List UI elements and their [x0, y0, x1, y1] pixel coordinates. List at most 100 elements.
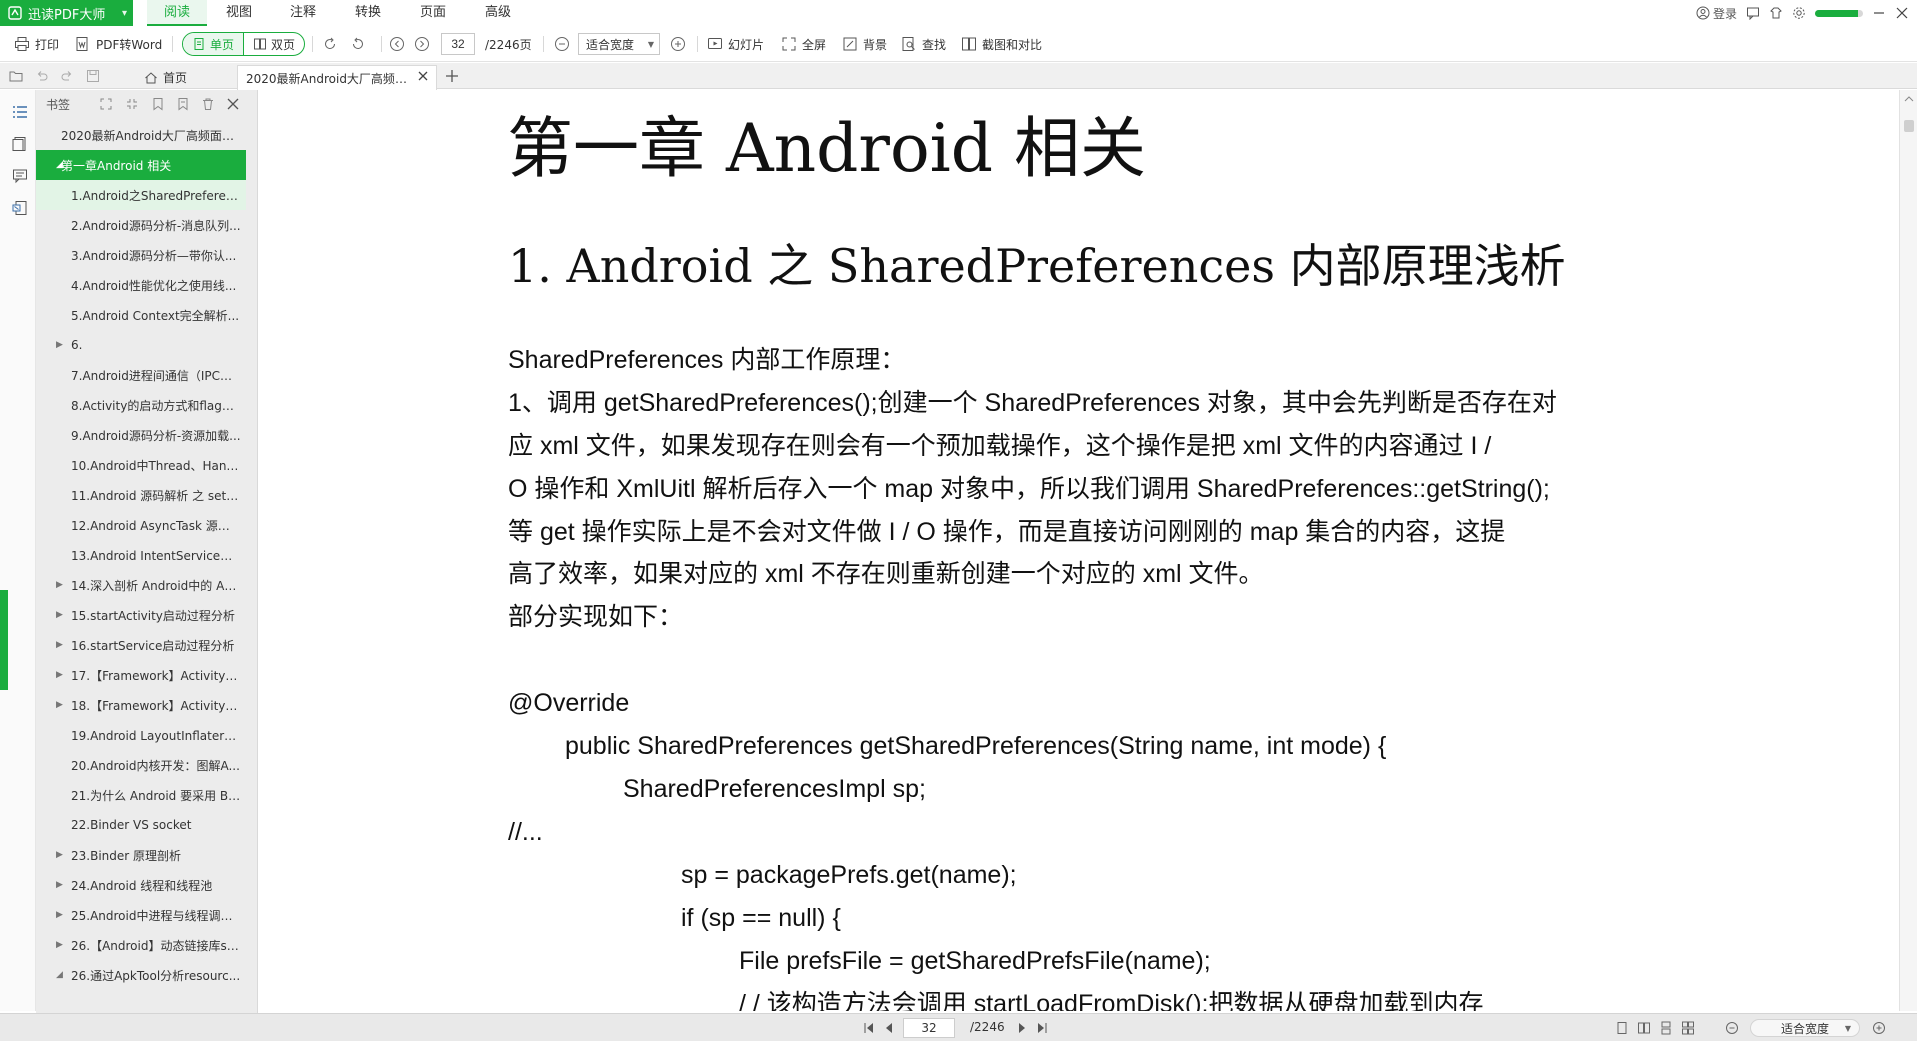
close-tab-icon[interactable]: [416, 69, 430, 83]
screenshot-compare-button[interactable]: 截图和对比: [961, 34, 1042, 54]
menu-read[interactable]: 阅读: [147, 0, 207, 26]
status-zoom-out-icon[interactable]: [1725, 1021, 1739, 1035]
bookmark-item[interactable]: 3.Android源码分析—带你认...: [36, 240, 246, 270]
last-page-icon[interactable]: [1035, 1021, 1049, 1035]
app-brand-button[interactable]: 迅读PDF大师 ▾: [0, 0, 133, 26]
bookmark-item[interactable]: 21.为什么 Android 要采用 Bi...: [36, 780, 246, 810]
attachments-icon[interactable]: [12, 200, 28, 216]
close-window-icon[interactable]: [1895, 6, 1909, 20]
document-view[interactable]: 第一章 Android 相关 1. Android 之 SharedPrefer…: [262, 90, 1899, 1011]
minimize-icon[interactable]: [1872, 6, 1886, 20]
expand-arrow-icon[interactable]: ▶: [56, 700, 66, 710]
bookmark-item[interactable]: ▶ 23.Binder 原理剖析: [36, 840, 246, 870]
thumbnails-icon[interactable]: [12, 136, 28, 152]
bookmark-item[interactable]: ▶ 14.深入剖析 Android中的 Arr...: [36, 570, 246, 600]
bookmark-item[interactable]: 13.Android IntentService完...: [36, 540, 246, 570]
bookmark-item[interactable]: ◢ 26.通过ApkTool分析resourc...: [36, 960, 246, 990]
bookmark-item[interactable]: ▶ 17.【Framework】Activity启...: [36, 660, 246, 690]
menu-annotate[interactable]: 注释: [276, 0, 330, 26]
expand-arrow-icon[interactable]: ▶: [56, 640, 66, 650]
expand-arrow-icon[interactable]: ▶: [56, 670, 66, 680]
bookmark-item[interactable]: 9.Android源码分析-资源加载...: [36, 420, 246, 450]
comments-icon[interactable]: [12, 168, 28, 184]
skin-icon[interactable]: [1769, 6, 1783, 20]
document-scrollbar[interactable]: [1899, 90, 1917, 1011]
status-zoom-in-icon[interactable]: [1872, 1021, 1886, 1035]
bookmark-item[interactable]: 7.Android进程间通信（IPC）...: [36, 360, 246, 390]
collapse-arrow-icon[interactable]: ◢: [56, 970, 66, 980]
background-button[interactable]: 背景: [842, 34, 887, 54]
menu-page[interactable]: 页面: [406, 0, 460, 26]
expand-all-icon[interactable]: [99, 97, 113, 111]
expand-arrow-icon[interactable]: ▶: [56, 580, 66, 590]
expand-arrow-icon[interactable]: ▶: [56, 340, 66, 350]
expand-arrow-icon[interactable]: ▶: [56, 610, 66, 620]
bookmark-item[interactable]: ▶ 15.startActivity启动过程分析: [36, 600, 246, 630]
new-tab-plus-icon[interactable]: [444, 68, 460, 84]
bookmark-item[interactable]: 20.Android内核开发：图解A...: [36, 750, 246, 780]
page-number-input[interactable]: [441, 33, 475, 55]
bookmark-item[interactable]: ▶ 18.【Framework】Activity界...: [36, 690, 246, 720]
menu-view[interactable]: 视图: [212, 0, 266, 26]
bookmark-item[interactable]: 19.Android LayoutInflater原...: [36, 720, 246, 750]
bookmark-item[interactable]: 11.Android 源码解析 之 setC...: [36, 480, 246, 510]
bookmark-item[interactable]: 5.Android Context完全解析...: [36, 300, 246, 330]
bookmark-item[interactable]: ◢ 第一章Android 相关: [36, 150, 246, 180]
next-page-button[interactable]: [414, 34, 435, 54]
menu-advanced[interactable]: 高级: [471, 0, 525, 26]
bookmark-item[interactable]: ▶ 6.: [36, 330, 246, 360]
bookmark-item[interactable]: 1.Android之SharedPreferen...: [36, 180, 246, 210]
zoom-in-button[interactable]: [670, 34, 691, 54]
bookmark-item[interactable]: 12.Android AsyncTask 源码...: [36, 510, 246, 540]
next-page-icon[interactable]: [1015, 1021, 1029, 1035]
status-zoom-select[interactable]: 适合宽度 ▼: [1750, 1019, 1860, 1037]
menu-convert[interactable]: 转换: [341, 0, 395, 26]
double-page-button[interactable]: 双页: [244, 33, 304, 55]
fullscreen-button[interactable]: 全屏: [781, 34, 826, 54]
expand-arrow-icon[interactable]: ▶: [56, 880, 66, 890]
single-page-button[interactable]: 单页: [183, 33, 245, 55]
status-page-number[interactable]: 32: [903, 1018, 955, 1038]
single-page-view-icon[interactable]: [1615, 1021, 1629, 1035]
bookmark-settings-icon[interactable]: [176, 97, 190, 111]
close-panel-icon[interactable]: [226, 97, 240, 111]
bookmark-item[interactable]: 2.Android源码分析-消息队列...: [36, 210, 246, 240]
pdf-to-word-button[interactable]: PDF转Word: [75, 34, 162, 54]
bookmark-item[interactable]: ▶ 24.Android 线程和线程池: [36, 870, 246, 900]
bookmark-item[interactable]: 4.Android性能优化之使用线...: [36, 270, 246, 300]
zoom-mode-select[interactable]: 适合宽度 ▼: [578, 33, 660, 55]
scroll-up-icon[interactable]: [1904, 94, 1914, 104]
undo-icon[interactable]: [35, 69, 49, 83]
slideshow-button[interactable]: 幻灯片: [707, 34, 764, 54]
login-button[interactable]: 登录: [1696, 5, 1737, 22]
document-scrollbar-thumb[interactable]: [1904, 120, 1914, 132]
settings-gear-icon[interactable]: [1792, 6, 1806, 20]
collapse-all-icon[interactable]: [125, 97, 139, 111]
bookmark-item[interactable]: ▶ 16.startService启动过程分析: [36, 630, 246, 660]
feedback-icon[interactable]: [1746, 6, 1760, 20]
rotate-counterclockwise-button[interactable]: [350, 34, 371, 54]
panel-collapse-handle[interactable]: [0, 590, 8, 690]
open-folder-icon[interactable]: [9, 69, 23, 83]
find-button[interactable]: 查找: [901, 34, 946, 54]
tab-document[interactable]: 2020最新Android大厂高频面...: [237, 65, 437, 90]
print-button[interactable]: 打印: [14, 34, 59, 54]
zoom-out-button[interactable]: [554, 34, 575, 54]
bookmark-item[interactable]: ▶ 25.Android中进程与线程调度...: [36, 900, 246, 930]
expand-arrow-icon[interactable]: ▶: [56, 940, 66, 950]
bookmark-item[interactable]: ▶ 26.【Android】动态链接库so...: [36, 930, 246, 960]
first-page-icon[interactable]: [862, 1021, 876, 1035]
bookmark-item[interactable]: 8.Activity的启动方式和flag详解: [36, 390, 246, 420]
previous-page-button[interactable]: [389, 34, 410, 54]
previous-page-icon[interactable]: [882, 1021, 896, 1035]
bookmark-item[interactable]: 22.Binder VS socket: [36, 810, 246, 840]
bookmark-item[interactable]: 10.Android中Thread、Hand...: [36, 450, 246, 480]
continuous-double-view-icon[interactable]: [1681, 1021, 1695, 1035]
bookmark-item[interactable]: 2020最新Android大厂高频面试...: [36, 120, 246, 150]
save-icon[interactable]: [86, 69, 100, 83]
double-page-view-icon[interactable]: [1637, 1021, 1651, 1035]
tab-home[interactable]: 首页: [136, 67, 195, 88]
expand-arrow-icon[interactable]: ▶: [56, 910, 66, 920]
add-bookmark-icon[interactable]: [151, 97, 165, 111]
rotate-clockwise-button[interactable]: [322, 34, 343, 54]
